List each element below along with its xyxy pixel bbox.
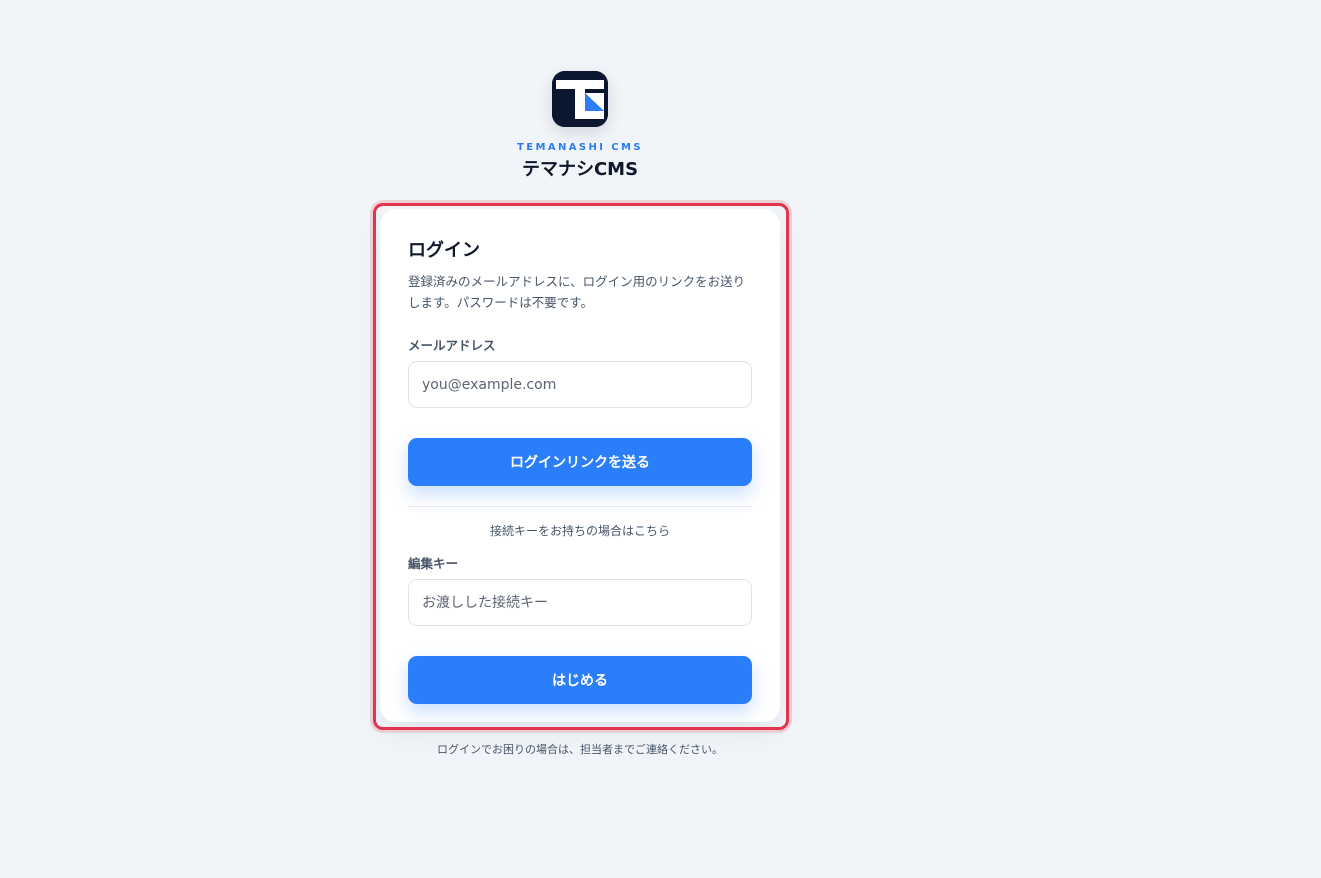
email-input[interactable]	[408, 361, 752, 408]
login-title: ログイン	[408, 240, 480, 261]
brand-header: TEMANASHI CMS テマナシCMS	[480, 71, 680, 182]
login-help-text: ログインでお困りの場合は、担当者までご連絡ください。	[437, 743, 723, 756]
brand-name-en: TEMANASHI CMS	[517, 142, 643, 153]
connection-key-note: 接続キーをお持ちの場合はこちら	[489, 524, 670, 538]
send-login-link-button[interactable]: ログインリンクを送る	[408, 438, 752, 486]
temanashi-logo-icon	[552, 71, 608, 127]
divider	[408, 506, 752, 507]
edit-key-label: 編集キー	[408, 556, 459, 571]
login-card: ログイン 登録済みのメールアドレスに、ログイン用のリンクをお送りします。パスワー…	[380, 209, 780, 722]
brand-name-ja: テマナシCMS	[521, 159, 639, 180]
login-page: TEMANASHI CMS テマナシCMS ログイン 登録済みのメールアドレスに…	[0, 0, 1321, 878]
email-label: メールアドレス	[408, 338, 496, 353]
login-description: 登録済みのメールアドレスに、ログイン用のリンクをお送りします。パスワードは不要で…	[408, 274, 746, 310]
edit-key-input[interactable]	[408, 579, 752, 626]
start-button[interactable]: はじめる	[408, 656, 752, 704]
